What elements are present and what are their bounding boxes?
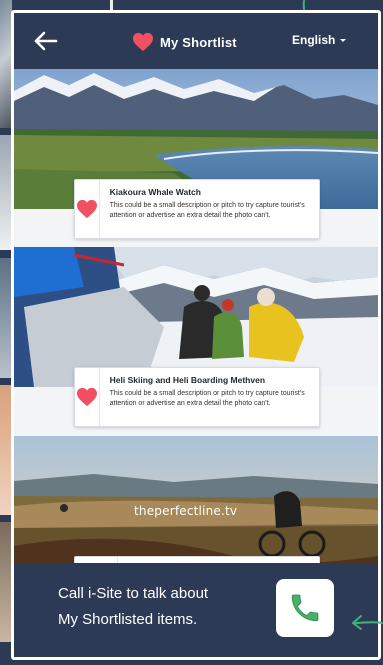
- call-prompt-line: Call i-Site to talk about: [58, 585, 209, 602]
- phone-icon: [291, 594, 319, 622]
- language-selector[interactable]: English: [292, 33, 347, 47]
- list-item: Heli Skiing and Heli Boarding Methven Th…: [14, 247, 378, 433]
- heart-icon: [133, 32, 153, 52]
- page-title-group: My Shortlist: [132, 30, 237, 54]
- list-item: Kiakoura Whale Watch This could be a sma…: [14, 69, 378, 255]
- activity-name: Heli Skiing and Heli Boarding Methven: [109, 375, 266, 385]
- favourite-button[interactable]: [75, 180, 100, 238]
- watermark-text: theperfectline.tv: [134, 504, 238, 518]
- call-button[interactable]: [276, 579, 334, 637]
- page-title: My Shortlist: [160, 34, 237, 50]
- top-bar: My Shortlist English: [14, 13, 378, 69]
- activity-description: This could be a small description or pit…: [109, 390, 305, 407]
- activity-name: Kiakoura Whale Watch: [109, 187, 201, 197]
- kiosk-screen: My Shortlist English Kiakoura Whale Watc…: [11, 10, 381, 660]
- shortlist-items: Kiakoura Whale Watch This could be a sma…: [14, 69, 378, 579]
- list-item: theperfectline.tv: [14, 436, 378, 579]
- favourite-button[interactable]: [75, 368, 100, 426]
- activity-description: This could be a small description or pit…: [109, 202, 305, 219]
- heli-skiing-photo: [14, 247, 378, 387]
- call-prompt: Call i-Site to talk about My Shortlisted…: [58, 581, 258, 633]
- heart-icon: [76, 387, 97, 407]
- watermark: theperfectline.tv: [134, 504, 237, 518]
- activity-card[interactable]: Kiakoura Whale Watch This could be a sma…: [74, 179, 320, 239]
- caret-down-icon: [340, 38, 347, 42]
- language-label: English: [292, 33, 336, 47]
- annotation-arrow-left-icon: [352, 615, 383, 630]
- heart-icon: [76, 199, 97, 219]
- call-footer: Call i-Site to talk about My Shortlisted…: [14, 563, 378, 657]
- arrow-left-icon[interactable]: [33, 29, 59, 53]
- activity-card[interactable]: Heli Skiing and Heli Boarding Methven Th…: [74, 367, 320, 427]
- call-prompt-line: My Shortlisted items.: [58, 611, 198, 628]
